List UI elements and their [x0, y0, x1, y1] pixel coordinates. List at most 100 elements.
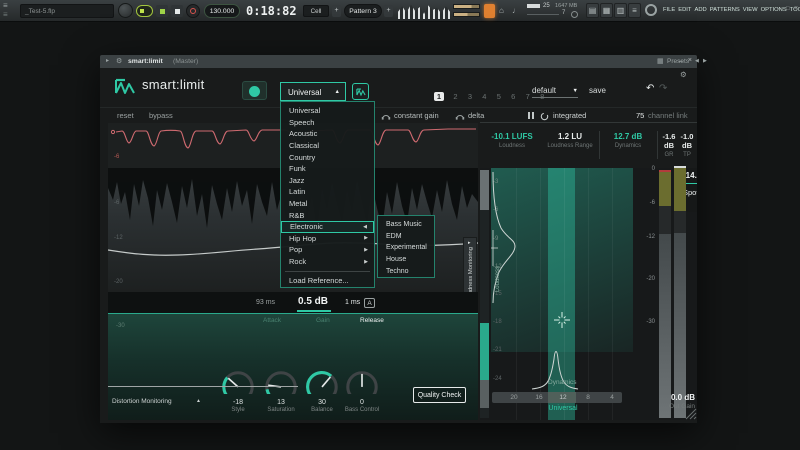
- secondary-menu-icon[interactable]: ≡: [3, 10, 8, 19]
- wrapper-gear-icon[interactable]: ⚙: [116, 57, 122, 65]
- tempo-display[interactable]: 130.000: [204, 4, 240, 18]
- delta-toggle[interactable]: delta: [468, 111, 484, 120]
- learn-button[interactable]: [242, 81, 267, 100]
- menu-patterns[interactable]: PATTERNS: [710, 7, 740, 13]
- add-pattern-button[interactable]: +: [384, 5, 393, 17]
- pause-icon[interactable]: [528, 112, 530, 119]
- integrated-mode-label[interactable]: integrated: [553, 111, 586, 120]
- stop-button[interactable]: [171, 5, 183, 17]
- window-maximize-icon[interactable]: □: [786, 6, 790, 12]
- menu-file[interactable]: FILE: [663, 7, 675, 13]
- song-pattern-switch[interactable]: [136, 5, 153, 17]
- playlist-panel-icon[interactable]: ▤: [586, 3, 599, 18]
- submenu-item-edm[interactable]: EDM: [378, 231, 434, 243]
- gain-value[interactable]: 0.5 dB: [298, 296, 328, 307]
- resize-handle[interactable]: [683, 406, 697, 420]
- preset-slot-1[interactable]: 1: [434, 92, 444, 101]
- saturation-knob[interactable]: 13 Saturation: [259, 368, 303, 414]
- menu-edit[interactable]: EDIT: [678, 7, 691, 13]
- preset-slot-2[interactable]: 2: [450, 92, 460, 101]
- constant-gain-toggle[interactable]: constant gain: [394, 111, 439, 120]
- preset-slot-5[interactable]: 5: [494, 92, 504, 101]
- hint-slider[interactable]: [527, 14, 559, 15]
- redo-icon[interactable]: ↷: [659, 83, 667, 94]
- preset-slot-4[interactable]: 4: [479, 92, 489, 101]
- menu-item-funk[interactable]: Funk: [281, 163, 374, 175]
- menu-options[interactable]: OPTIONS: [761, 7, 787, 13]
- submenu-item-bass-music[interactable]: Bass Music: [378, 219, 434, 231]
- preset-slot-3[interactable]: 3: [465, 92, 475, 101]
- plugin-minimize-icon[interactable]: ─: [678, 58, 683, 65]
- piano-roll-panel-icon[interactable]: ▦: [600, 3, 613, 18]
- window-minimize-icon[interactable]: ─: [777, 6, 781, 12]
- master-pitch-slider[interactable]: [453, 4, 480, 9]
- style-knob[interactable]: -18 Style: [216, 368, 260, 414]
- submenu-item-house[interactable]: House: [378, 254, 434, 266]
- master-volume-slider[interactable]: [453, 12, 480, 17]
- submenu-item-experimental[interactable]: Experimental: [378, 242, 434, 254]
- pattern-selector[interactable]: Pattern 3: [344, 4, 382, 18]
- menu-item-jazz[interactable]: Jazz: [281, 175, 374, 187]
- browser-panel-icon[interactable]: ≡: [628, 3, 641, 18]
- auto-release-button[interactable]: A: [364, 298, 375, 308]
- smart-profile-button[interactable]: [352, 83, 369, 100]
- record-button[interactable]: [186, 4, 200, 18]
- preset-name-selector[interactable]: default ▼: [532, 86, 578, 98]
- bypass-button[interactable]: bypass: [149, 111, 173, 120]
- genre-profile-dropdown[interactable]: Universal ▲: [280, 82, 346, 101]
- plugin-titlebar[interactable]: ▸ ⚙ smart:limit (Master) ▦ Presets ◀ ▶ ─…: [100, 55, 697, 68]
- refresh-circle-icon[interactable]: [540, 112, 549, 121]
- attack-value[interactable]: 93 ms: [256, 299, 275, 306]
- attack-tab-label[interactable]: Attack: [263, 317, 281, 324]
- metronome-icon[interactable]: ♩: [512, 5, 522, 17]
- menu-item-universal[interactable]: Universal: [281, 105, 374, 117]
- distortion-collapse-icon[interactable]: ▲: [196, 398, 201, 404]
- preset-slot-6[interactable]: 6: [508, 92, 518, 101]
- gain-tab-label[interactable]: Gain: [316, 317, 330, 324]
- menu-item-speech[interactable]: Speech: [281, 117, 374, 129]
- menu-item-acoustic[interactable]: Acoustic: [281, 128, 374, 140]
- cell-selector[interactable]: Cell: [303, 5, 329, 17]
- menu-item-classical[interactable]: Classical: [281, 140, 374, 152]
- target-crosshair-icon[interactable]: [554, 312, 570, 328]
- submenu-item-techno[interactable]: Techno: [378, 265, 434, 277]
- channel-link-value[interactable]: 75: [636, 111, 644, 120]
- menu-view[interactable]: VIEW: [743, 7, 758, 13]
- project-title-field[interactable]: _Test-5.flp: [20, 4, 114, 18]
- undo-icon[interactable]: ↶: [646, 83, 654, 94]
- save-button[interactable]: save: [589, 86, 606, 95]
- window-close-icon[interactable]: ×: [794, 5, 798, 12]
- menu-item-latin[interactable]: Latin: [281, 186, 374, 198]
- play-button[interactable]: [156, 5, 168, 17]
- balance-knob[interactable]: 30 Balance: [300, 368, 344, 414]
- preset-next-icon[interactable]: ▶: [703, 58, 707, 64]
- distortion-monitoring-toggle[interactable]: Distortion Monitoring: [112, 398, 172, 405]
- main-menu-icon[interactable]: ≡: [3, 1, 8, 10]
- bass-control-knob[interactable]: 0 Bass Control: [340, 368, 384, 414]
- menu-item-metal[interactable]: Metal: [281, 198, 374, 210]
- wrapper-presets-grid-icon[interactable]: ▦: [657, 57, 664, 65]
- release-value[interactable]: 1 ms: [345, 299, 360, 306]
- wrapper-menu-icon[interactable]: ▸: [106, 57, 109, 64]
- record-arm-icon[interactable]: ⌂: [499, 5, 509, 17]
- menu-item-hip-hop[interactable]: Hip Hop▶: [281, 233, 374, 245]
- out-gain-value[interactable]: 0.0 dB: [643, 393, 695, 402]
- tap-tempo-icon[interactable]: [645, 4, 657, 16]
- typing-keyboard-icon[interactable]: [484, 4, 495, 18]
- release-tab-label[interactable]: Release: [360, 317, 384, 324]
- menu-add[interactable]: ADD: [694, 7, 706, 13]
- menu-item-rock[interactable]: Rock▶: [281, 256, 374, 268]
- preset-prev-icon[interactable]: ◀: [695, 58, 699, 64]
- plugin-close-icon[interactable]: ×: [688, 57, 692, 64]
- reset-button[interactable]: reset: [117, 111, 134, 120]
- delta-headphone-icon[interactable]: [455, 112, 465, 120]
- menu-item-electronic[interactable]: Electronic◀: [281, 221, 374, 233]
- mixer-panel-icon[interactable]: ▥: [614, 3, 627, 18]
- quality-check-button[interactable]: Quality Check: [413, 387, 466, 403]
- add-cell-button[interactable]: +: [332, 5, 341, 17]
- constant-gain-headphone-icon[interactable]: [381, 112, 391, 120]
- time-display[interactable]: 0:18:82: [246, 2, 302, 20]
- menu-item-load-reference[interactable]: Load Reference...: [281, 274, 374, 286]
- plugin-settings-gear-icon[interactable]: ⚙: [680, 70, 687, 79]
- menu-item-pop[interactable]: Pop▶: [281, 244, 374, 256]
